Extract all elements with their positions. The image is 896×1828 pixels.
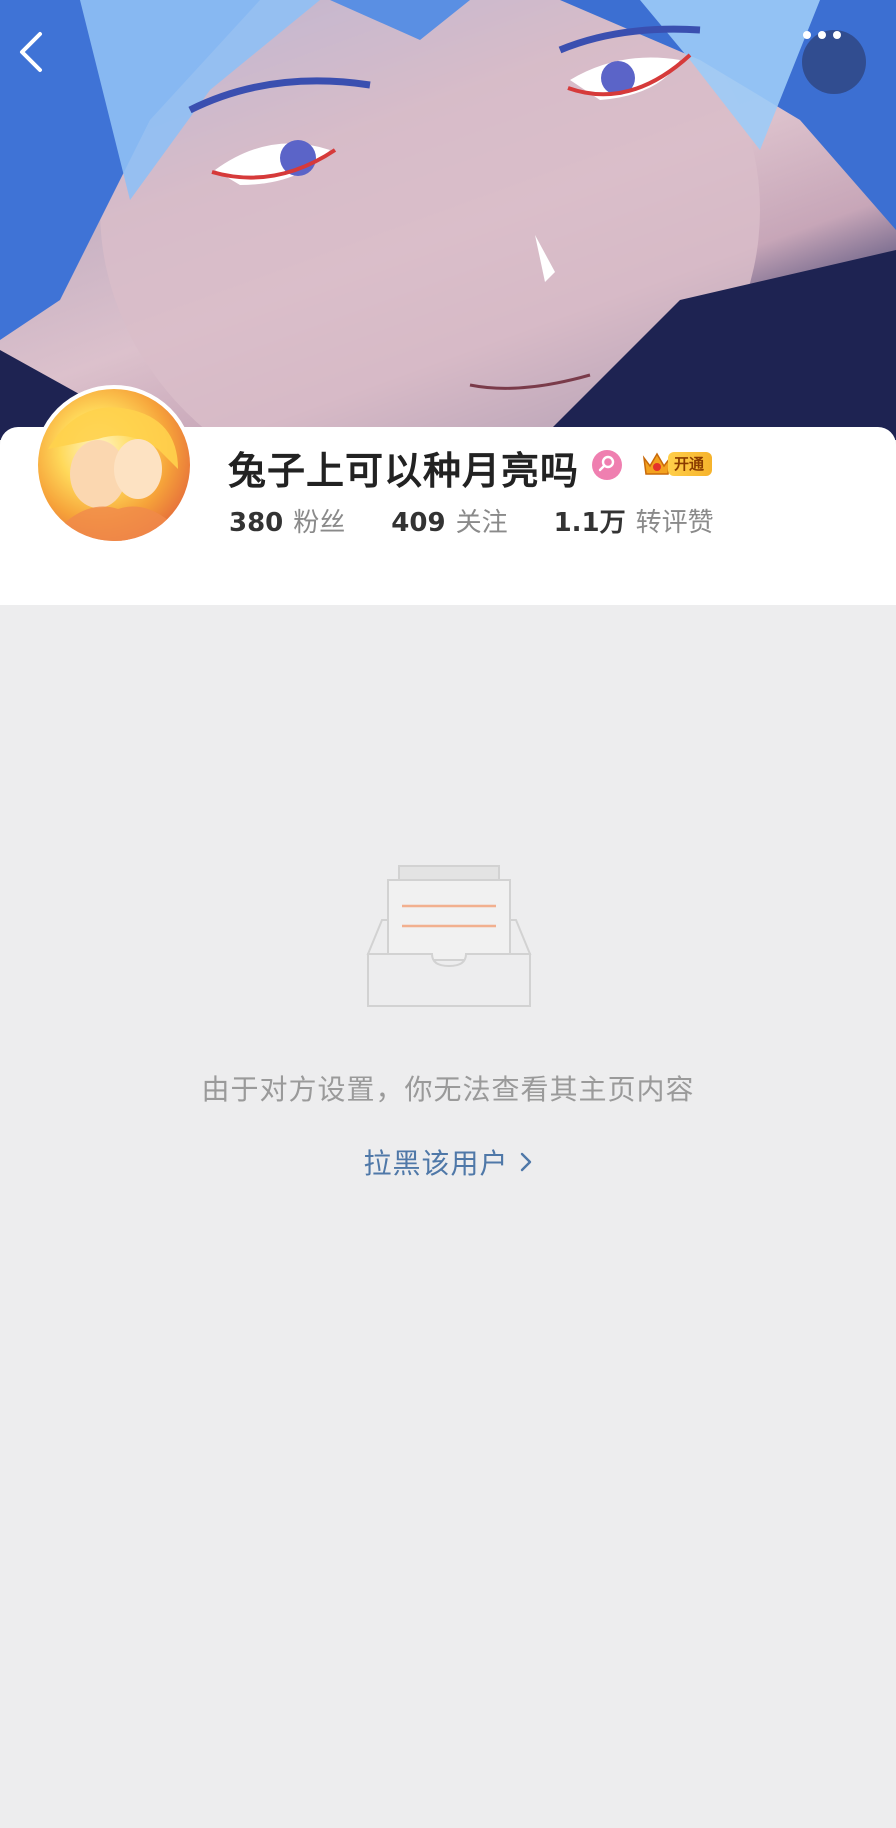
avatar[interactable]	[34, 385, 194, 545]
profile-stats: 380 粉丝 409 关注 1.1万 转评赞	[229, 502, 760, 542]
more-options-button[interactable]	[802, 30, 866, 94]
empty-state-message: 由于对方设置，你无法查看其主页内容	[201, 1073, 695, 1106]
search-badge-icon	[598, 454, 616, 476]
stat-value: 1.1万	[553, 508, 626, 538]
stat-following[interactable]: 409 关注	[391, 502, 507, 539]
vip-open-label: 开通	[668, 452, 713, 476]
vip-open-badge[interactable]: 开通	[640, 449, 720, 479]
search-badge[interactable]	[592, 450, 622, 480]
stat-value: 380	[229, 508, 284, 538]
cover-illustration	[0, 0, 896, 440]
cover-image	[0, 0, 896, 440]
stat-label: 粉丝	[293, 508, 346, 538]
username: 兔子上可以种月亮吗	[228, 449, 580, 493]
stat-label: 关注	[455, 508, 508, 538]
avatar-illustration	[48, 407, 178, 541]
stat-likes[interactable]: 1.1万 转评赞	[554, 502, 714, 539]
empty-inbox-icon	[366, 862, 532, 1016]
back-button[interactable]	[14, 30, 78, 94]
block-user-label: 拉黑该用户	[363, 1147, 509, 1180]
block-user-link[interactable]: 拉黑该用户	[0, 1142, 896, 1182]
stat-followers[interactable]: 380 粉丝	[229, 502, 345, 539]
stat-value: 409	[391, 508, 446, 538]
chevron-right-icon	[519, 1151, 533, 1173]
stat-label: 转评赞	[635, 508, 714, 538]
